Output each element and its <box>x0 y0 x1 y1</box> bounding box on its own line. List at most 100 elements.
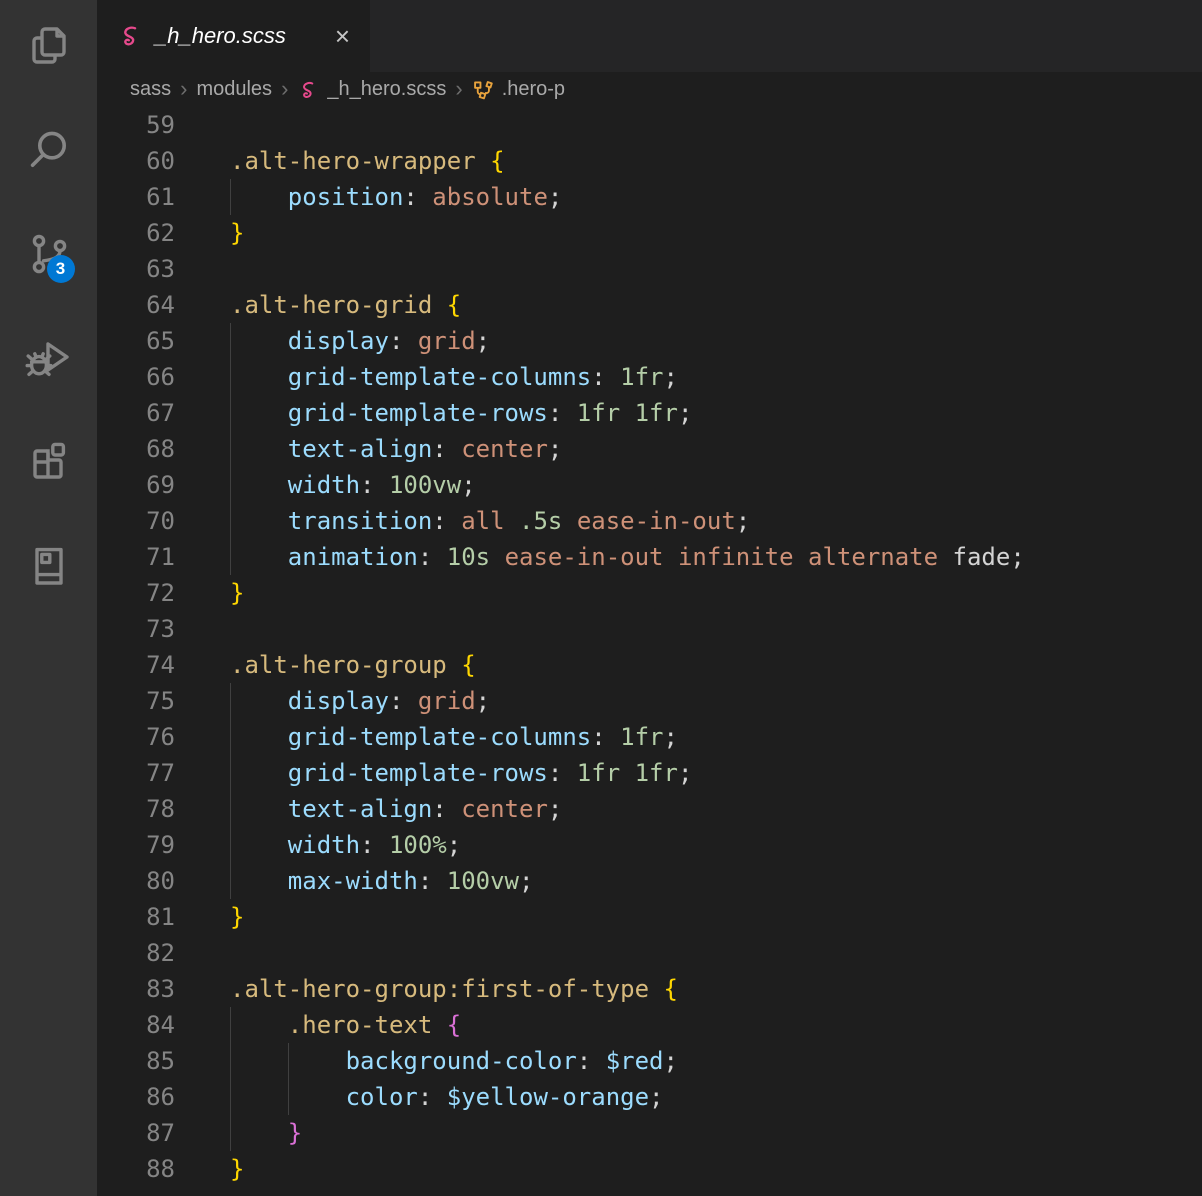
code-line-content[interactable]: } <box>205 1115 1202 1151</box>
files-icon <box>25 22 73 70</box>
breadcrumb-label: sass <box>130 78 171 101</box>
token-prp: grid-template-rows <box>288 399 548 427</box>
token-b1: } <box>230 1155 244 1183</box>
code-line[interactable]: 60.alt-hero-wrapper { <box>97 143 1202 179</box>
activity-item-source-control[interactable]: 3 <box>20 225 78 283</box>
code-line[interactable]: 86 color: $yellow-orange; <box>97 1079 1202 1115</box>
breadcrumb-item-modules[interactable]: modules <box>196 78 272 101</box>
code-line-content[interactable]: display: grid; <box>205 323 1202 359</box>
code-line[interactable]: 82 <box>97 935 1202 971</box>
code-line-content[interactable]: text-align: center; <box>205 431 1202 467</box>
code-line[interactable]: 64.alt-hero-grid { <box>97 287 1202 323</box>
indent-guide <box>288 1079 289 1115</box>
code-line[interactable]: 63 <box>97 251 1202 287</box>
indent-guide <box>230 467 231 503</box>
code-line[interactable]: 79 width: 100%; <box>97 827 1202 863</box>
token-pun: ; <box>678 759 692 787</box>
code-line-content[interactable]: .alt-hero-group:first-of-type { <box>205 971 1202 1007</box>
code-line[interactable]: 73 <box>97 611 1202 647</box>
code-line[interactable]: 76 grid-template-columns: 1fr; <box>97 719 1202 755</box>
code-area[interactable]: 5960.alt-hero-wrapper {61 position: abso… <box>97 107 1202 1196</box>
tab-h-hero-scss[interactable]: _h_hero.scss × <box>97 0 370 72</box>
code-line-content[interactable]: animation: 10s ease-in-out infinite alte… <box>205 539 1202 575</box>
token-num: .5s <box>519 507 562 535</box>
code-line-content[interactable]: .alt-hero-group { <box>205 647 1202 683</box>
code-line-content[interactable]: grid-template-rows: 1fr 1fr; <box>205 395 1202 431</box>
code-line-content[interactable]: } <box>205 215 1202 251</box>
line-number: 82 <box>97 935 205 971</box>
activity-item-run-and-debug[interactable] <box>20 329 78 387</box>
code-line[interactable]: 77 grid-template-rows: 1fr 1fr; <box>97 755 1202 791</box>
code-line[interactable]: 70 transition: all .5s ease-in-out; <box>97 503 1202 539</box>
code-line[interactable]: 84 .hero-text { <box>97 1007 1202 1043</box>
code-line-content[interactable]: grid-template-rows: 1fr 1fr; <box>205 755 1202 791</box>
code-line-content[interactable] <box>205 251 1202 287</box>
code-line-content[interactable]: position: absolute; <box>205 179 1202 215</box>
code-line[interactable]: 66 grid-template-columns: 1fr; <box>97 359 1202 395</box>
code-line-content[interactable] <box>205 935 1202 971</box>
breadcrumb-item--hero-p[interactable]: .hero-p <box>472 78 565 101</box>
line-number: 65 <box>97 323 205 359</box>
code-line[interactable]: 67 grid-template-rows: 1fr 1fr; <box>97 395 1202 431</box>
activity-item-custom-view[interactable] <box>20 537 78 595</box>
code-line[interactable]: 62} <box>97 215 1202 251</box>
token-num: 1fr <box>577 399 620 427</box>
code-line[interactable]: 65 display: grid; <box>97 323 1202 359</box>
code-line-content[interactable]: } <box>205 899 1202 935</box>
close-icon[interactable]: × <box>335 23 350 49</box>
token-pun: : <box>360 831 389 859</box>
token-prp: text-align <box>288 795 433 823</box>
code-line-content[interactable]: color: $yellow-orange; <box>205 1079 1202 1115</box>
code-line[interactable]: 69 width: 100vw; <box>97 467 1202 503</box>
code-line-content[interactable]: width: 100%; <box>205 827 1202 863</box>
code-line[interactable]: 81} <box>97 899 1202 935</box>
code-line-content[interactable]: .alt-hero-grid { <box>205 287 1202 323</box>
indent-guide <box>230 755 231 791</box>
code-line-content[interactable]: width: 100vw; <box>205 467 1202 503</box>
code-line-content[interactable]: } <box>205 1151 1202 1187</box>
code-line[interactable]: 88} <box>97 1151 1202 1187</box>
code-line-content[interactable]: display: grid; <box>205 683 1202 719</box>
token-prp: max-width <box>288 867 418 895</box>
token-pln <box>432 1011 446 1039</box>
code-line-content[interactable]: grid-template-columns: 1fr; <box>205 719 1202 755</box>
token-num: 1fr <box>620 723 663 751</box>
token-val: grid <box>418 327 476 355</box>
token-val: ease-in-out <box>577 507 736 535</box>
breadcrumb-item--h-hero-scss[interactable]: _h_hero.scss <box>297 78 446 101</box>
code-line[interactable]: 85 background-color: $red; <box>97 1043 1202 1079</box>
code-line-content[interactable]: } <box>205 575 1202 611</box>
breadcrumb-item-sass[interactable]: sass <box>130 78 171 101</box>
code-line[interactable]: 75 display: grid; <box>97 683 1202 719</box>
activity-item-explorer[interactable] <box>20 17 78 75</box>
token-pun: ; <box>548 795 562 823</box>
code-line-content[interactable]: max-width: 100vw; <box>205 863 1202 899</box>
code-line[interactable]: 83.alt-hero-group:first-of-type { <box>97 971 1202 1007</box>
code-line-content[interactable] <box>205 611 1202 647</box>
code-line[interactable]: 80 max-width: 100vw; <box>97 863 1202 899</box>
extensions-icon <box>25 438 73 486</box>
source-control-badge: 3 <box>47 255 75 283</box>
code-line[interactable]: 68 text-align: center; <box>97 431 1202 467</box>
code-line-content[interactable]: .alt-hero-wrapper { <box>205 143 1202 179</box>
token-prp: grid-template-columns <box>288 723 591 751</box>
code-line[interactable]: 61 position: absolute; <box>97 179 1202 215</box>
indent-guide <box>288 1043 289 1079</box>
code-line[interactable]: 78 text-align: center; <box>97 791 1202 827</box>
activity-item-extensions[interactable] <box>20 433 78 491</box>
code-line-content[interactable]: transition: all .5s ease-in-out; <box>205 503 1202 539</box>
code-line-content[interactable]: grid-template-columns: 1fr; <box>205 359 1202 395</box>
code-line-content[interactable]: background-color: $red; <box>205 1043 1202 1079</box>
code-line[interactable]: 72} <box>97 575 1202 611</box>
code-line[interactable]: 59 <box>97 107 1202 143</box>
token-sel: .alt-hero-grid <box>230 291 432 319</box>
code-line[interactable]: 74.alt-hero-group { <box>97 647 1202 683</box>
code-line-content[interactable]: text-align: center; <box>205 791 1202 827</box>
code-line-content[interactable]: .hero-text { <box>205 1007 1202 1043</box>
token-num: 100vw <box>389 471 461 499</box>
code-line-content[interactable] <box>205 107 1202 143</box>
token-pun: : <box>403 183 432 211</box>
code-line[interactable]: 87 } <box>97 1115 1202 1151</box>
code-line[interactable]: 71 animation: 10s ease-in-out infinite a… <box>97 539 1202 575</box>
activity-item-search[interactable] <box>20 121 78 179</box>
